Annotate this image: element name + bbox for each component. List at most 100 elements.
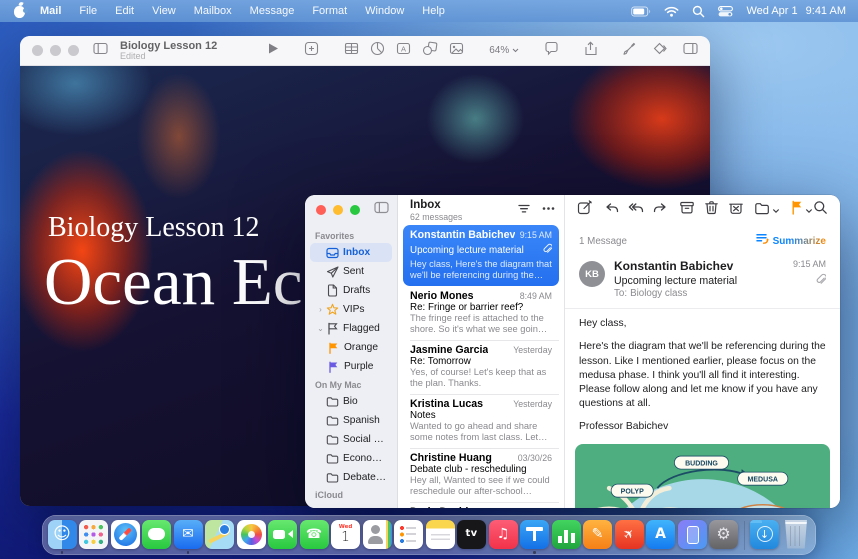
dock-item-pages[interactable]: ✎ [583, 519, 613, 552]
dock-item-trash[interactable] [781, 519, 811, 552]
menu-mail[interactable]: Mail [31, 5, 70, 17]
reply-icon[interactable] [604, 201, 619, 220]
sidebar-item-orange[interactable]: Orange [310, 338, 392, 357]
dock-item-system-settings[interactable]: ⚙ [709, 519, 739, 552]
sidebar-toggle-icon[interactable] [374, 201, 389, 219]
sidebar-item-label: Inbox [343, 247, 370, 258]
format-panel-icon[interactable] [683, 42, 698, 60]
format-brush-icon[interactable] [622, 41, 637, 61]
share-icon[interactable] [584, 41, 597, 61]
search-icon[interactable] [692, 5, 705, 18]
sidebar-item-drafts[interactable]: Drafts [310, 281, 392, 300]
disclosure-chevron[interactable]: ⌄ [316, 324, 325, 333]
dock-item-numbers[interactable] [551, 519, 581, 552]
dock-item-launchpad[interactable] [79, 519, 109, 552]
list-item[interactable]: Konstantin Babichev9:15 AMUpcoming lectu… [403, 225, 559, 286]
sidebar-item-economics[interactable]: Economics [310, 449, 392, 468]
dock-item-mail[interactable]: ✉ [173, 519, 203, 552]
list-item[interactable]: Nerio Mones8:49 AMRe: Fringe or barrier … [403, 286, 559, 340]
list-item[interactable]: Christine Huang03/30/26Debate club - res… [403, 448, 559, 502]
keynote-window-controls[interactable] [32, 45, 79, 56]
menu-format[interactable]: Format [303, 5, 356, 17]
menu-window[interactable]: Window [356, 5, 413, 17]
close-button[interactable] [316, 205, 326, 215]
dock-item-notes[interactable] [425, 519, 455, 552]
list-item[interactable]: Darla Davidson03/30/26Tomorrow's classAs… [403, 502, 559, 508]
close-button[interactable] [32, 45, 43, 56]
more-icon[interactable] [541, 202, 556, 220]
dock-item-facetime[interactable] [268, 519, 298, 552]
list-item[interactable]: Jasmine GarciaYesterdayRe: TomorrowYes, … [403, 340, 559, 394]
forward-icon[interactable] [653, 201, 668, 220]
compose-icon[interactable] [577, 200, 593, 220]
sidebar-item-spanish[interactable]: Spanish [310, 411, 392, 430]
search-icon[interactable] [813, 200, 828, 220]
filter-icon[interactable] [517, 202, 531, 220]
dock-item-app-store[interactable]: A [646, 519, 676, 552]
dock-item-safari[interactable] [110, 519, 140, 552]
reply-all-icon[interactable] [628, 201, 644, 220]
control-center-icon[interactable] [718, 6, 733, 17]
junk-icon[interactable] [728, 200, 744, 220]
dock-item-phone[interactable]: ☎ [299, 519, 329, 552]
text-box-icon[interactable]: A [396, 41, 411, 61]
zoom-level-dropdown[interactable]: 64% [489, 45, 519, 56]
sidebar-item-sent[interactable]: Sent [310, 262, 392, 281]
minimize-button[interactable] [50, 45, 61, 56]
table-icon[interactable] [344, 41, 359, 61]
menu-mailbox[interactable]: Mailbox [185, 5, 241, 17]
sidebar-item-purple[interactable]: Purple [310, 357, 392, 376]
sidebar-item-vips[interactable]: ›VIPs [310, 300, 392, 319]
apple-menu-icon[interactable] [14, 6, 25, 18]
sidebar-item-debate-c[interactable]: Debate C… [310, 468, 392, 487]
summarize-button[interactable]: Summarize [755, 232, 826, 250]
flag-dropdown[interactable] [791, 200, 813, 220]
trash-icon[interactable] [704, 200, 719, 220]
dock-item-downloads[interactable]: ↓ [750, 519, 780, 552]
move-to-folder-dropdown[interactable] [754, 201, 780, 220]
dock-item-reminders[interactable] [394, 519, 424, 552]
wifi-icon[interactable] [664, 6, 679, 17]
animate-icon[interactable] [652, 41, 668, 61]
dock-item-iphone-mirroring[interactable] [677, 519, 707, 552]
list-item[interactable]: Kristina LucasYesterdayNotesWanted to go… [403, 394, 559, 448]
dock-item-maps[interactable] [205, 519, 235, 552]
sidebar-item-flagged[interactable]: ⌄Flagged [310, 319, 392, 338]
sidebar-item-inbox[interactable]: Inbox [310, 243, 392, 262]
dock-item-music[interactable]: ♫ [488, 519, 518, 552]
menu-bar-time[interactable]: 9:41 AM [806, 5, 846, 17]
media-icon[interactable] [449, 41, 464, 61]
play-button[interactable] [267, 42, 279, 60]
shapes-icon[interactable] [422, 41, 438, 61]
menu-message[interactable]: Message [241, 5, 304, 17]
menu-help[interactable]: Help [413, 5, 454, 17]
battery-icon[interactable] [631, 6, 651, 17]
menu-view[interactable]: View [143, 5, 185, 17]
dock-item-messages[interactable] [142, 519, 172, 552]
sidebar-toggle-icon[interactable] [93, 42, 108, 60]
disclosure-chevron[interactable]: › [316, 305, 325, 314]
zoom-button[interactable] [350, 205, 360, 215]
archive-icon[interactable] [679, 200, 695, 220]
dock-item-calendar[interactable]: Wed1 [331, 519, 361, 552]
comment-icon[interactable] [544, 41, 559, 61]
chart-icon[interactable] [370, 41, 385, 61]
sidebar-item-social-st[interactable]: Social St… [310, 430, 392, 449]
sidebar-icloud-label[interactable]: iCloud [305, 490, 397, 508]
dock-item-contacts[interactable] [362, 519, 392, 552]
zoom-add-icon[interactable] [304, 41, 319, 61]
menu-bar-date[interactable]: Wed Apr 1 [746, 5, 797, 17]
zoom-button[interactable] [68, 45, 79, 56]
minimize-button[interactable] [333, 205, 343, 215]
menu-file[interactable]: File [70, 5, 106, 17]
to-recipient[interactable]: Biology class [630, 288, 687, 299]
dock-item-photos[interactable] [236, 519, 266, 552]
dock-item-finder[interactable]: ☺ [47, 519, 77, 552]
mail-window-controls[interactable] [316, 205, 360, 215]
dock-item-tv[interactable]: tv [457, 519, 487, 552]
dock-item-keynote[interactable] [520, 519, 550, 552]
sidebar-item-bio[interactable]: Bio [310, 392, 392, 411]
menu-edit[interactable]: Edit [106, 5, 143, 17]
email-preview: Yes, of course! Let's keep that as the p… [410, 367, 552, 389]
dock-item-games[interactable]: ✈ [614, 519, 644, 552]
